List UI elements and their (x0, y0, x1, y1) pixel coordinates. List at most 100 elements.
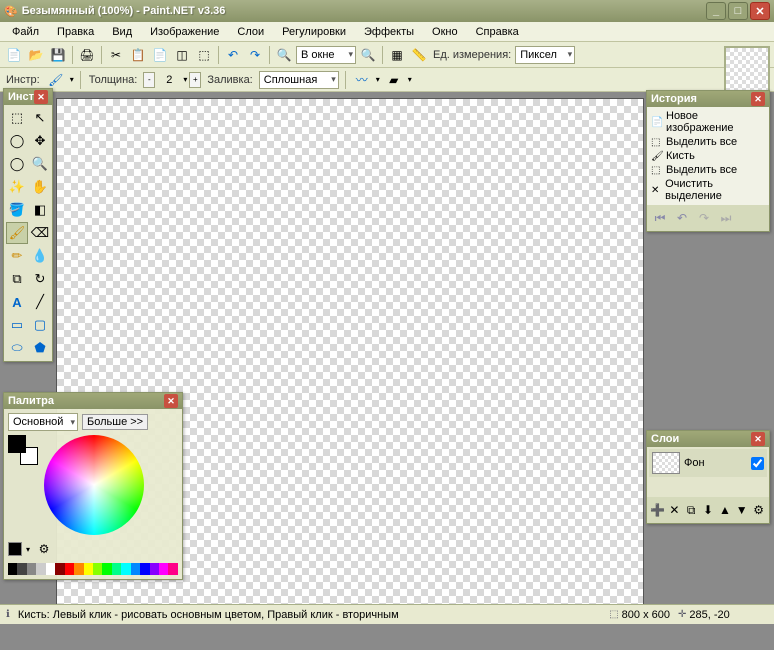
grid-icon[interactable]: ▦ (387, 45, 407, 65)
fg-color-swatch[interactable] (8, 435, 26, 453)
history-forward-icon[interactable]: ⏭ (716, 208, 736, 228)
deselect-icon[interactable]: ⬚ (194, 45, 214, 65)
color-cell[interactable] (121, 563, 130, 575)
zoom-out-icon[interactable]: 🔍 (274, 45, 294, 65)
history-list[interactable]: 📄Новое изображение ⬚Выделить все 🖌Кисть … (647, 107, 769, 205)
ruler-icon[interactable]: 📏 (409, 45, 429, 65)
lasso-tool[interactable]: ◯ (6, 130, 28, 152)
width-dec[interactable]: - (143, 72, 155, 88)
copy-icon[interactable]: 📋 (128, 45, 148, 65)
color-cell[interactable] (46, 563, 55, 575)
color-cell[interactable] (150, 563, 159, 575)
history-close-icon[interactable]: ✕ (751, 92, 765, 106)
color-cell[interactable] (17, 563, 26, 575)
color-cell[interactable] (112, 563, 121, 575)
color-cell[interactable] (65, 563, 74, 575)
roundrect-tool[interactable]: ▢ (29, 314, 51, 336)
fill-tool[interactable]: 🪣 (6, 199, 28, 221)
color-cell[interactable] (140, 563, 149, 575)
color-cell[interactable] (74, 563, 83, 575)
pencil-tool[interactable]: ✏ (6, 245, 28, 267)
brush-tool[interactable]: 🖌 (6, 222, 28, 244)
layer-up-icon[interactable]: ▲ (717, 500, 732, 520)
palette-more-button[interactable]: Больше >> (82, 414, 148, 430)
brush-tool-icon[interactable]: 🖌 (46, 70, 66, 90)
crop-icon[interactable]: ◫ (172, 45, 192, 65)
menu-help[interactable]: Справка (468, 24, 527, 40)
print-icon[interactable]: 🖨 (77, 45, 97, 65)
open-icon[interactable]: 📂 (26, 45, 46, 65)
ellipse-select-tool[interactable]: ◯ (6, 153, 28, 175)
history-item[interactable]: 🖌Кисть (649, 149, 767, 163)
history-redo-icon[interactable]: ↷ (694, 208, 714, 228)
history-item[interactable]: 📄Новое изображение (649, 109, 767, 135)
wand-tool[interactable]: ✨ (6, 176, 28, 198)
width-inc[interactable]: + (189, 72, 201, 88)
maximize-button[interactable]: □ (728, 2, 748, 20)
layer-item[interactable]: Фон (649, 449, 767, 477)
history-rewind-icon[interactable]: ⏮ (650, 208, 670, 228)
width-spinner[interactable]: - 2 ▾ + (143, 72, 201, 88)
zoom-in-icon[interactable]: 🔍 (358, 45, 378, 65)
color-wheel[interactable] (44, 435, 144, 535)
text-tool[interactable]: A (6, 291, 28, 313)
color-cell[interactable] (168, 563, 177, 575)
menu-view[interactable]: Вид (104, 24, 140, 40)
layer-props-icon[interactable]: ⚙ (751, 500, 766, 520)
layer-delete-icon[interactable]: ✕ (667, 500, 682, 520)
color-cell[interactable] (36, 563, 45, 575)
document-thumbnail[interactable] (724, 46, 770, 92)
rect-select-tool[interactable]: ⬚ (6, 107, 28, 129)
palette-options-icon[interactable]: ⚙ (34, 539, 54, 559)
color-cell[interactable] (159, 563, 168, 575)
menu-effects[interactable]: Эффекты (356, 24, 422, 40)
fill-combo[interactable]: Сплошная (259, 71, 339, 89)
color-swatches[interactable] (8, 435, 38, 465)
line-tool[interactable]: ╱ (29, 291, 51, 313)
history-item[interactable]: ⬚Выделить все (649, 163, 767, 177)
layer-duplicate-icon[interactable]: ⧉ (684, 500, 699, 520)
freeform-tool[interactable]: ⬟ (29, 337, 51, 359)
move-tool[interactable]: ✥ (29, 130, 51, 152)
pan-tool[interactable]: ✋ (29, 176, 51, 198)
menu-image[interactable]: Изображение (142, 24, 227, 40)
color-strip[interactable] (8, 563, 178, 575)
history-item[interactable]: ⬚Выделить все (649, 135, 767, 149)
rect-tool[interactable]: ▭ (6, 314, 28, 336)
paste-icon[interactable]: 📄 (150, 45, 170, 65)
undo-icon[interactable]: ↶ (223, 45, 243, 65)
layers-close-icon[interactable]: ✕ (751, 432, 765, 446)
layer-merge-icon[interactable]: ⬇ (701, 500, 716, 520)
layer-add-icon[interactable]: ➕ (650, 500, 665, 520)
close-button[interactable]: ✕ (750, 2, 770, 20)
cut-icon[interactable]: ✂ (106, 45, 126, 65)
color-cell[interactable] (8, 563, 17, 575)
redo-icon[interactable]: ↷ (245, 45, 265, 65)
units-combo[interactable]: Пиксел (515, 46, 575, 64)
minimize-button[interactable]: _ (706, 2, 726, 20)
picker-tool[interactable]: 💧 (29, 245, 51, 267)
color-cell[interactable] (84, 563, 93, 575)
menu-layers[interactable]: Слои (229, 24, 272, 40)
palette-mode-combo[interactable]: Основной (8, 413, 78, 431)
gradient-tool[interactable]: ◧ (29, 199, 51, 221)
zoom-combo[interactable]: В окне (296, 46, 356, 64)
color-cell[interactable] (55, 563, 64, 575)
color-cell[interactable] (131, 563, 140, 575)
eraser-tool[interactable]: ⌫ (29, 222, 51, 244)
layer-down-icon[interactable]: ▼ (734, 500, 749, 520)
history-undo-icon[interactable]: ↶ (672, 208, 692, 228)
menu-adjustments[interactable]: Регулировки (274, 24, 354, 40)
move-selection-tool[interactable]: ↖ (29, 107, 51, 129)
layer-visible-checkbox[interactable] (751, 457, 764, 470)
color-cell[interactable] (27, 563, 36, 575)
menu-edit[interactable]: Правка (49, 24, 102, 40)
antialias-icon[interactable]: 〰 (352, 70, 372, 90)
palette-close-icon[interactable]: ✕ (164, 394, 178, 408)
menu-file[interactable]: Файл (4, 24, 47, 40)
clone-tool[interactable]: ⧉ (6, 268, 28, 290)
new-icon[interactable]: 📄 (4, 45, 24, 65)
menu-window[interactable]: Окно (424, 24, 466, 40)
blend-icon[interactable]: ▰ (384, 70, 404, 90)
history-item[interactable]: ✕Очистить выделение (649, 177, 767, 203)
